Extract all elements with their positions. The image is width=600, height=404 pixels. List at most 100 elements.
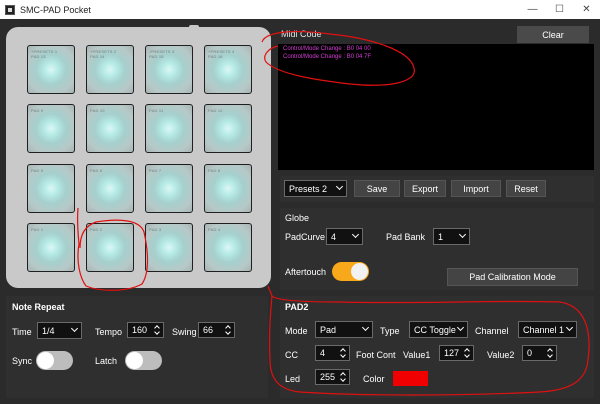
chevron-down-icon — [335, 182, 344, 191]
pad-button[interactable]: PAD 9 — [27, 104, 75, 153]
save-button[interactable]: Save — [354, 180, 400, 197]
pad-button[interactable]: -PRESETS 3 PAD 15 — [145, 45, 193, 94]
pad-button[interactable]: PAD 6 — [86, 164, 134, 213]
pad-button[interactable]: PAD 3 — [145, 223, 193, 272]
value2-label: Value2 — [487, 350, 515, 360]
value1-spinbox[interactable]: 127 — [439, 345, 474, 361]
pad-button[interactable]: +PRESETS 2 PAD 14 — [86, 45, 134, 94]
annotation-stroke — [267, 285, 273, 297]
padcurve-label: PadCurve — [285, 232, 326, 242]
pad-calibration-button[interactable]: Pad Calibration Mode — [447, 268, 578, 286]
spin-arrows-icon[interactable] — [340, 347, 346, 359]
pad-label: PAD 10 — [90, 108, 105, 113]
mode-label: Mode — [285, 326, 308, 336]
type-select[interactable]: CC Toggle — [409, 321, 468, 338]
value2-value: 0 — [527, 348, 533, 358]
pad-button[interactable]: PAD 11 — [145, 104, 193, 153]
padcurve-value: 4 — [331, 231, 337, 242]
pad-label: PAD 7 — [149, 168, 162, 173]
pad-label: PAD 5 — [31, 168, 44, 173]
midi-code-title: Midi Code — [281, 29, 322, 39]
close-button[interactable]: ✕ — [573, 0, 600, 19]
type-label: Type — [380, 326, 400, 336]
pad-label: PAD 9 — [31, 108, 44, 113]
led-value: 255 — [320, 372, 336, 382]
pad-label: PAD 4 — [208, 227, 221, 232]
time-select[interactable]: 1/4 — [37, 322, 82, 339]
padbank-select[interactable]: 1 — [433, 228, 470, 245]
pad-button[interactable]: PAD 2 — [86, 223, 134, 272]
pad-button[interactable]: PAD 5 — [27, 164, 75, 213]
app-icon — [5, 4, 15, 15]
midi-log[interactable]: Control/Mode Change : B0 04 00 Control/M… — [278, 44, 594, 170]
pad-button[interactable]: +PRESETS 1 PAD 13 — [27, 45, 75, 94]
pad-device: +PRESETS 1 PAD 13 +PRESETS 2 PAD 14 -PRE… — [6, 27, 271, 288]
reset-button[interactable]: Reset — [506, 180, 546, 197]
tempo-spinbox[interactable]: 160 — [127, 322, 164, 338]
time-value: 1/4 — [42, 325, 55, 336]
color-swatch[interactable] — [393, 371, 428, 386]
spin-arrows-icon[interactable] — [340, 371, 346, 383]
padcurve-select[interactable]: 4 — [326, 228, 363, 245]
pad-label: +PRESETS 2 PAD 14 — [90, 49, 117, 59]
swing-label: Swing — [172, 327, 197, 337]
swing-spinbox[interactable]: 66 — [198, 322, 235, 338]
midi-log-line: Control/Mode Change : B0 04 00 — [283, 46, 371, 52]
pad-button[interactable]: PAD 7 — [145, 164, 193, 213]
export-button[interactable]: Export — [404, 180, 446, 197]
footcont-label: Foot Cont — [356, 350, 396, 360]
chevron-down-icon — [70, 324, 79, 333]
pad-label: PAD 1 — [31, 227, 44, 232]
pad-label: PAD 6 — [90, 168, 103, 173]
pad-label: +PRESETS 1 PAD 13 — [31, 49, 58, 59]
pad-button[interactable]: PAD 12 — [204, 104, 252, 153]
pad-label: PAD 2 — [90, 227, 103, 232]
cc-value: 4 — [320, 348, 326, 358]
color-label: Color — [363, 374, 385, 384]
chevron-down-icon — [458, 230, 467, 239]
aftertouch-toggle[interactable] — [332, 262, 369, 281]
minimize-button[interactable]: — — [519, 0, 546, 19]
value2-spinbox[interactable]: 0 — [522, 345, 557, 361]
maximize-button[interactable]: ☐ — [546, 0, 573, 19]
spin-arrows-icon[interactable] — [225, 324, 231, 336]
sync-toggle[interactable] — [36, 351, 73, 370]
pad-button[interactable]: PAD 10 — [86, 104, 134, 153]
spin-arrows-icon[interactable] — [547, 347, 553, 359]
pad-button[interactable]: +PRESETS 4 PAD 16 — [204, 45, 252, 94]
spin-arrows-icon[interactable] — [154, 324, 160, 336]
presets-select[interactable]: Presets 2 — [284, 180, 347, 197]
sync-label: Sync — [12, 356, 33, 366]
value1-label: Value1 — [403, 350, 431, 360]
midi-log-line: Control/Mode Change : B0 04 7F — [283, 54, 372, 60]
globe-panel: Globe PadCurve 4 Pad Bank 1 Aftertouch P… — [280, 208, 594, 290]
padbank-value: 1 — [438, 231, 444, 242]
latch-toggle[interactable] — [125, 351, 162, 370]
title-bar: SMC-PAD Pocket — ☐ ✕ — [0, 0, 600, 19]
latch-label: Latch — [95, 356, 118, 366]
pad-label: PAD 11 — [149, 108, 164, 113]
pad-label: PAD 12 — [208, 108, 223, 113]
pad-settings-panel: PAD2 Mode Pad Type CC Toggle Channel Cha… — [280, 296, 594, 398]
spin-arrows-icon[interactable] — [464, 347, 470, 359]
preset-toolbar: Presets 2 Save Export Import Reset — [280, 176, 594, 202]
channel-select[interactable]: Channel 1 — [518, 321, 577, 338]
led-spinbox[interactable]: 255 — [315, 369, 350, 385]
cc-spinbox[interactable]: 4 — [315, 345, 350, 361]
pad-label: PAD 8 — [208, 168, 221, 173]
led-label: Led — [285, 374, 301, 384]
mode-select[interactable]: Pad — [315, 321, 373, 338]
toggle-knob — [126, 352, 143, 369]
channel-value: Channel 1 — [523, 324, 565, 335]
pad-label: +PRESETS 4 PAD 16 — [208, 49, 235, 59]
import-button[interactable]: Import — [451, 180, 501, 197]
pad-button[interactable]: PAD 4 — [204, 223, 252, 272]
aftertouch-label: Aftertouch — [285, 267, 327, 277]
clear-button[interactable]: Clear — [517, 26, 589, 43]
note-repeat-title: Note Repeat — [12, 302, 65, 312]
chevron-down-icon — [565, 323, 574, 332]
pad-button[interactable]: PAD 1 — [27, 223, 75, 272]
chevron-down-icon — [351, 230, 360, 239]
pad-button[interactable]: PAD 8 — [204, 164, 252, 213]
chevron-down-icon — [361, 323, 370, 332]
